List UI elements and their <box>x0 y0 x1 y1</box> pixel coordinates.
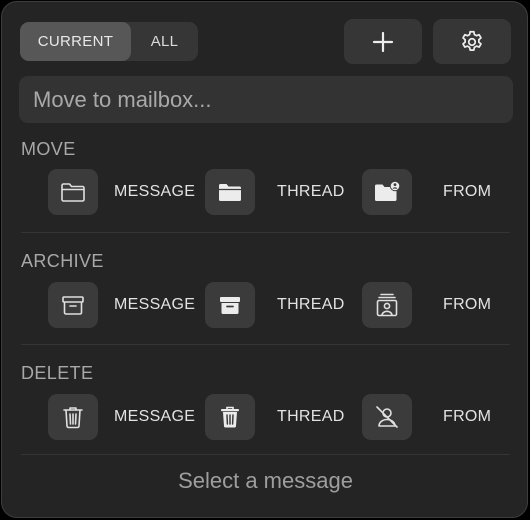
archive-message-label[interactable]: MESSAGE <box>114 282 195 328</box>
mailbox-search-input[interactable] <box>19 76 513 123</box>
delete-thread-label[interactable]: THREAD <box>277 394 345 440</box>
person-slash-icon <box>374 405 400 429</box>
archive-thread-button[interactable] <box>205 282 255 328</box>
archive-box-outline-icon <box>61 294 85 316</box>
archive-from-button[interactable] <box>362 282 412 328</box>
move-message-button[interactable] <box>48 169 98 215</box>
archive-actions-row: MESSAGE THREAD FROM <box>2 282 529 328</box>
tab-all[interactable]: ALL <box>131 22 198 61</box>
delete-from-button[interactable] <box>362 394 412 440</box>
settings-button[interactable] <box>433 19 511 64</box>
plus-icon <box>372 31 394 53</box>
archive-box-filled-icon <box>218 294 242 316</box>
trash-filled-icon <box>219 405 241 429</box>
move-thread-button[interactable] <box>205 169 255 215</box>
section-title-delete: DELETE <box>21 363 94 383</box>
section-title-archive: ARCHIVE <box>21 251 104 271</box>
gear-icon <box>459 29 485 55</box>
section-divider <box>21 344 510 345</box>
delete-message-button[interactable] <box>48 394 98 440</box>
delete-from-label[interactable]: FROM <box>443 394 491 440</box>
section-divider <box>21 232 510 233</box>
add-button[interactable] <box>344 19 422 64</box>
tab-current[interactable]: CURRENT <box>20 22 131 61</box>
move-actions-row: MESSAGE THREAD FROM <box>2 169 529 215</box>
scope-segmented-control: CURRENT ALL <box>20 22 198 61</box>
section-title-move: MOVE <box>21 139 76 159</box>
delete-actions-row: MESSAGE THREAD FROM <box>2 394 529 440</box>
move-from-label[interactable]: FROM <box>443 169 491 215</box>
archive-person-icon <box>375 292 399 318</box>
archive-from-label[interactable]: FROM <box>443 282 491 328</box>
trash-outline-icon <box>62 405 84 429</box>
folder-filled-icon <box>217 181 243 203</box>
folder-person-icon <box>373 180 401 204</box>
mailbox-action-panel: CURRENT ALL MOVE <box>1 1 528 518</box>
move-from-button[interactable] <box>362 169 412 215</box>
status-text: Select a message <box>178 468 353 493</box>
archive-message-button[interactable] <box>48 282 98 328</box>
delete-thread-button[interactable] <box>205 394 255 440</box>
archive-thread-label[interactable]: THREAD <box>277 282 345 328</box>
folder-outline-icon <box>60 181 86 203</box>
delete-message-label[interactable]: MESSAGE <box>114 394 195 440</box>
section-divider <box>21 454 510 455</box>
move-message-label[interactable]: MESSAGE <box>114 169 195 215</box>
move-thread-label[interactable]: THREAD <box>277 169 345 215</box>
